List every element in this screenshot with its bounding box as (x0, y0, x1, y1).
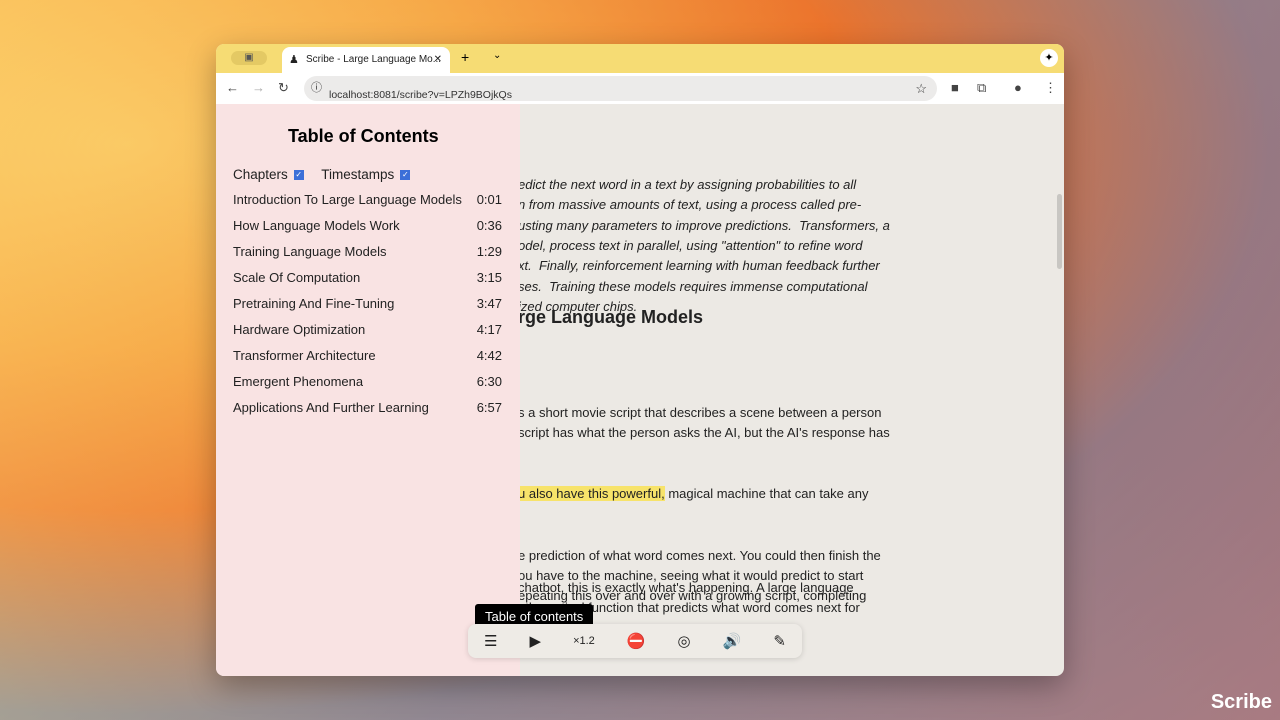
back-icon[interactable]: ← (226, 80, 239, 95)
brand-watermark: Scribe (1210, 691, 1272, 713)
toc-item-time: 3:47 (476, 296, 502, 311)
address-bar[interactable]: ⓘ localhost:8081/scribe?v=LPZh9BOjkQs ☆ (304, 76, 937, 101)
chapters-label: Chapters (233, 167, 288, 182)
edit-pencil-icon[interactable]: ✎ (773, 632, 786, 650)
toc-item-title: Emergent Phenomena (233, 374, 364, 389)
toc-item[interactable]: Emergent Phenomena 6:30 (233, 369, 502, 395)
chapters-checkbox[interactable]: ✓ (293, 170, 304, 181)
toc-item-time: 1:29 (476, 244, 502, 259)
table-of-contents-panel: Table of Contents Chapters ✓ Timestamps ✓ … (216, 104, 520, 676)
toc-item[interactable]: Hardware Optimization 4:17 (233, 317, 502, 343)
toc-item-title: Hardware Optimization (233, 322, 366, 337)
table-of-contents-icon[interactable]: ☰ (484, 632, 497, 650)
scrollbar[interactable] (1057, 194, 1062, 269)
browser-window: ▣ ♟ Scribe - Large Language Mo... ✕ + ⌄ ✦ … (216, 44, 1064, 676)
toc-item-time: 3:15 (476, 270, 502, 285)
menu-kebab-icon[interactable]: ⋮ (1044, 80, 1057, 96)
speed-button[interactable]: ×1.2 (573, 635, 595, 647)
timestamps-label: Timestamps (321, 167, 395, 182)
gemini-icon[interactable]: ✦ (1040, 49, 1058, 67)
player-controls: ☰ ▶ ×1.2 ⛔ ◎ 🔊 ✎ (468, 624, 802, 658)
toc-item-time: 0:01 (476, 192, 502, 207)
toc-item-time: 0:36 (476, 218, 502, 233)
toc-item[interactable]: How Language Models Work 0:36 (233, 213, 502, 239)
toc-item[interactable]: Pretraining And Fine-Tuning 3:47 (233, 291, 502, 317)
tab-search-chevron-icon[interactable]: ⌄ (493, 50, 501, 61)
video-off-icon[interactable]: ⛔ (627, 632, 646, 650)
active-tab[interactable]: ♟ Scribe - Large Language Mo... ✕ (282, 47, 450, 73)
toc-item-title: How Language Models Work (233, 218, 400, 233)
toc-item[interactable]: Introduction To Large Language Models 0:0… (233, 187, 502, 213)
toc-item-title: Pretraining And Fine-Tuning (233, 296, 395, 311)
site-info-icon[interactable]: ⓘ (311, 76, 322, 101)
extension-icon[interactable]: ■ (951, 80, 959, 95)
browser-toolbar: ← → ↻ ⓘ localhost:8081/scribe?v=LPZh9BOjk… (216, 73, 1064, 104)
toc-item-time: 6:57 (476, 400, 502, 415)
tab-title: Scribe - Large Language Mo... (306, 54, 442, 65)
highlighted-text: u also have this powerful, (518, 486, 665, 502)
profile-avatar[interactable]: ● (1014, 80, 1022, 95)
page-content: edict the next word in a text by assigni… (216, 104, 1064, 676)
toc-item-time: 6:30 (476, 374, 502, 389)
toc-item-time: 4:42 (476, 348, 502, 363)
toc-item-title: Introduction To Large Language Models (233, 192, 462, 207)
tab-groups-button[interactable]: ▣ (231, 51, 267, 65)
toc-item-title: Transformer Architecture (233, 348, 376, 363)
toc-item-time: 4:17 (476, 322, 502, 337)
bookmark-star-icon[interactable]: ☆ (915, 76, 927, 101)
toc-item[interactable]: Transformer Architecture 4:42 (233, 343, 502, 369)
toc-item[interactable]: Applications And Further Learning 6:57 (233, 395, 502, 421)
tab-bar: ▣ ♟ Scribe - Large Language Mo... ✕ + ⌄ ✦ (216, 44, 1064, 73)
forward-icon[interactable]: → (252, 80, 265, 95)
volume-icon[interactable]: 🔊 (723, 632, 742, 650)
toc-item[interactable]: Training Language Models 1:29 (233, 239, 502, 265)
new-tab-button[interactable]: + (461, 49, 469, 65)
toc-item-title: Training Language Models (233, 244, 387, 259)
toc-title: Table of Contents (288, 126, 439, 146)
extensions-puzzle-icon[interactable]: ⧉ (977, 80, 986, 96)
toc-item-title: Scale Of Computation (233, 270, 361, 285)
close-tab-icon[interactable]: ✕ (434, 47, 442, 73)
section-heading: rge Language Models (518, 307, 704, 327)
toc-item-title: Applications And Further Learning (233, 400, 429, 415)
favicon-icon: ♟ (289, 54, 299, 66)
timestamps-checkbox[interactable]: ✓ (400, 170, 411, 181)
toc-item[interactable]: Scale Of Computation 3:15 (233, 265, 502, 291)
play-icon[interactable]: ▶ (530, 632, 542, 650)
reload-icon[interactable]: ↻ (278, 80, 289, 96)
compass-icon[interactable]: ◎ (678, 632, 691, 650)
